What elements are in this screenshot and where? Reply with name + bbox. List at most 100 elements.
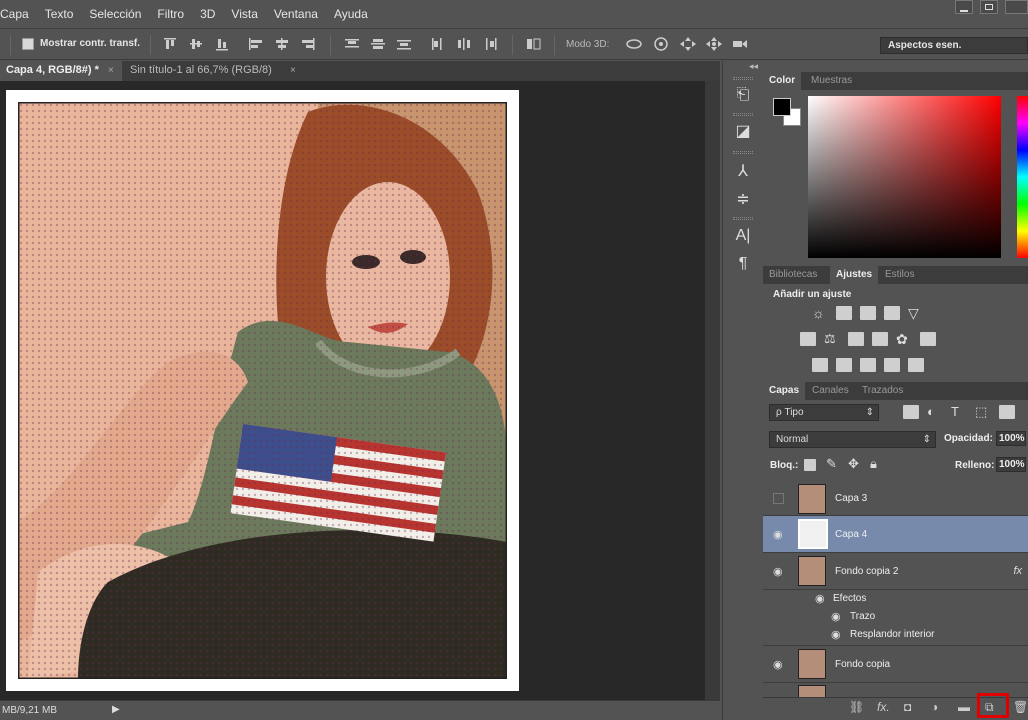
hue-slider[interactable] xyxy=(1017,96,1028,258)
menu-ayuda[interactable]: Ayuda xyxy=(326,7,376,21)
tab-muestras[interactable]: Muestras xyxy=(805,72,858,90)
menu-seleccion[interactable]: Selección xyxy=(81,7,149,21)
add-mask-icon[interactable]: ◘ xyxy=(904,700,911,714)
menu-vista[interactable]: Vista xyxy=(223,7,265,21)
filter-shape-icon[interactable]: ⬚ xyxy=(975,405,991,419)
photo-canvas[interactable] xyxy=(18,102,507,679)
slide-3d-icon[interactable] xyxy=(706,37,722,51)
photo-filter-icon[interactable] xyxy=(872,332,888,346)
black-white-icon[interactable] xyxy=(848,332,864,346)
workspace-dropdown[interactable]: Aspectos esen. xyxy=(880,37,1028,54)
eye-icon[interactable]: ◉ xyxy=(831,610,841,623)
blend-mode-dropdown[interactable]: Normal ⇕ xyxy=(769,431,936,448)
vibrance-icon[interactable]: ▽ xyxy=(908,306,924,320)
tab-canales[interactable]: Canales xyxy=(806,382,855,400)
distribute-top-icon[interactable] xyxy=(344,37,360,51)
tab-capa4[interactable]: Capa 4, RGB/8#) * xyxy=(0,61,122,81)
filter-smart-icon[interactable] xyxy=(999,405,1015,419)
minimize-button[interactable] xyxy=(955,0,973,14)
align-hcenter-icon[interactable] xyxy=(274,37,290,51)
curves-icon[interactable] xyxy=(860,306,876,320)
tab-ajustes[interactable]: Ajustes xyxy=(830,266,879,284)
fill-input[interactable]: 100% xyxy=(996,457,1026,472)
posterize-icon[interactable] xyxy=(836,358,852,372)
layer-row-fondo-copia-2[interactable]: ◉ Fondo copia 2 fx xyxy=(763,553,1028,590)
close-tab-icon[interactable]: × xyxy=(108,65,114,76)
maximize-button[interactable] xyxy=(980,0,998,14)
grip-handle[interactable] xyxy=(733,77,753,80)
eye-icon[interactable]: ◉ xyxy=(815,592,825,605)
lock-move-icon[interactable]: ✥ xyxy=(848,457,864,471)
exposure-icon[interactable] xyxy=(884,306,900,320)
tab-trazados[interactable]: Trazados xyxy=(856,382,909,400)
auto-align-icon[interactable] xyxy=(526,37,542,51)
brush-icon[interactable]: ⅄ xyxy=(733,161,753,181)
distribute-right-icon[interactable] xyxy=(482,37,498,51)
layer-row-capa3[interactable]: Capa 3 xyxy=(763,482,1028,516)
selective-color-icon[interactable] xyxy=(884,358,900,372)
layer-row-capa4[interactable]: ◉ Capa 4 xyxy=(763,516,1028,553)
lock-all-icon[interactable]: 🔒︎ xyxy=(870,457,886,471)
grip-handle[interactable] xyxy=(733,217,753,220)
layer-filter-dropdown[interactable]: ρ Tipo ⇕ xyxy=(769,404,879,421)
menu-ventana[interactable]: Ventana xyxy=(266,7,326,21)
roll-3d-icon[interactable] xyxy=(653,37,669,51)
link-layers-icon[interactable]: ⛓ xyxy=(849,700,864,714)
filter-adjust-icon[interactable]: ◐ xyxy=(927,405,943,419)
align-bottom-icon[interactable] xyxy=(214,37,230,51)
info-icon[interactable]: ◪ xyxy=(733,121,753,141)
brightness-icon[interactable]: ☼ xyxy=(812,306,828,320)
character-icon[interactable]: A| xyxy=(733,227,753,247)
close-window-button[interactable] xyxy=(1005,0,1028,14)
menu-texto[interactable]: Texto xyxy=(37,7,82,21)
opacity-input[interactable]: 100% xyxy=(996,431,1026,446)
gradient-map-icon[interactable] xyxy=(908,358,924,372)
distribute-vcenter-icon[interactable] xyxy=(370,37,386,51)
grip-handle[interactable] xyxy=(733,151,753,154)
new-layer-icon[interactable]: ⧉ xyxy=(985,700,994,715)
close-tab-icon[interactable]: × xyxy=(290,65,296,76)
foreground-color-swatch[interactable] xyxy=(773,98,791,116)
distribute-left-icon[interactable] xyxy=(430,37,446,51)
filter-pixel-icon[interactable] xyxy=(903,405,919,419)
color-balance-icon[interactable]: ⚖ xyxy=(824,332,840,346)
collapse-icon[interactable]: ◂◂ xyxy=(749,61,758,72)
effect-row-trazo[interactable]: ◉ Trazo xyxy=(763,608,1028,626)
drag-3d-icon[interactable] xyxy=(680,37,696,51)
vertical-scrollbar[interactable] xyxy=(705,81,720,700)
effect-row-resplandor[interactable]: ◉ Resplandor interior xyxy=(763,626,1028,646)
distribute-bottom-icon[interactable] xyxy=(396,37,412,51)
layer-row-fondo-copia[interactable]: ◉ Fondo copia xyxy=(763,646,1028,683)
color-spectrum-field[interactable] xyxy=(808,96,1001,258)
menu-3d[interactable]: 3D xyxy=(192,7,223,21)
tab-sin-titulo[interactable]: Sin título-1 al 66,7% (RGB/8) xyxy=(124,61,300,81)
align-left-icon[interactable] xyxy=(248,37,264,51)
align-top-icon[interactable] xyxy=(162,37,178,51)
rotate-3d-icon[interactable] xyxy=(626,37,642,51)
menu-filtro[interactable]: Filtro xyxy=(149,7,192,21)
levels-icon[interactable] xyxy=(836,306,852,320)
hue-saturation-icon[interactable] xyxy=(800,332,816,346)
align-vcenter-icon[interactable] xyxy=(188,37,204,51)
color-lookup-icon[interactable] xyxy=(920,332,936,346)
align-right-icon[interactable] xyxy=(300,37,316,51)
effects-row[interactable]: ◉ Efectos xyxy=(763,590,1028,608)
distribute-hcenter-icon[interactable] xyxy=(456,37,472,51)
channel-mixer-icon[interactable]: ✿ xyxy=(896,332,912,346)
fx-badge[interactable]: fx xyxy=(1013,565,1022,577)
threshold-icon[interactable] xyxy=(860,358,876,372)
delete-layer-icon[interactable]: 🗑︎ xyxy=(1013,700,1028,714)
tab-color[interactable]: Color xyxy=(763,72,802,90)
eye-icon[interactable]: ◉ xyxy=(773,565,783,578)
eye-icon[interactable]: ◉ xyxy=(773,528,783,541)
add-style-icon[interactable]: fx. xyxy=(877,700,890,714)
invert-icon[interactable] xyxy=(812,358,828,372)
new-adjustment-icon[interactable]: ◑ xyxy=(931,700,938,714)
lock-transparent-icon[interactable] xyxy=(804,459,816,471)
tab-bibliotecas[interactable]: Bibliotecas xyxy=(763,266,823,284)
eye-icon[interactable]: ◉ xyxy=(831,628,841,641)
eye-icon[interactable]: ◉ xyxy=(773,658,783,671)
new-group-icon[interactable]: ▬ xyxy=(958,700,970,714)
visibility-toggle-off[interactable] xyxy=(773,493,784,504)
history-icon[interactable]: ⎗ xyxy=(733,86,753,106)
